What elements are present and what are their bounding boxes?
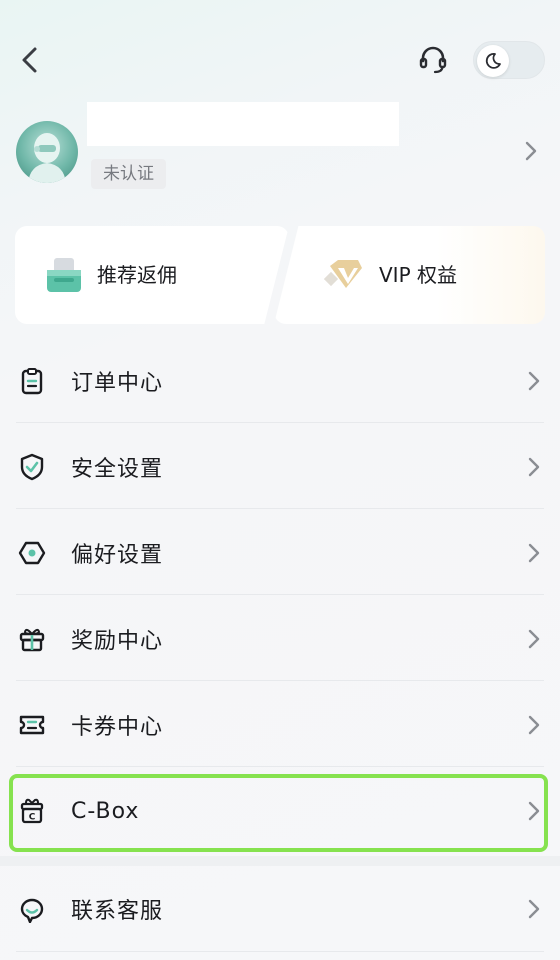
chat-support-icon [20, 898, 44, 923]
vip-diamond-icon [324, 260, 362, 288]
vip-label: VIP 权益 [379, 263, 457, 287]
menu-item-rewards[interactable]: 奖励中心 [0, 596, 560, 682]
divider [16, 766, 544, 767]
avatar-robot-icon [28, 133, 66, 183]
vip-card[interactable]: VIP 权益 [274, 226, 545, 324]
chevron-right-icon [528, 629, 540, 649]
menu-label-rewards: 奖励中心 [71, 629, 164, 654]
divider [16, 951, 544, 952]
chevron-right-icon [528, 371, 540, 391]
menu-item-orders[interactable]: 订单中心 [0, 338, 560, 424]
back-button[interactable] [14, 44, 46, 76]
ticket-icon [19, 715, 45, 735]
cbox-highlight-frame [9, 774, 548, 852]
section-gap [0, 856, 560, 866]
menu-item-coupons[interactable]: 卡券中心 [0, 682, 560, 768]
divider [16, 680, 544, 681]
chevron-right-icon [528, 715, 540, 735]
menu-item-preferences[interactable]: 偏好设置 [0, 510, 560, 596]
menu-item-security[interactable]: 安全设置 [0, 424, 560, 510]
menu-label-contact-support: 联系客服 [71, 899, 164, 924]
moon-icon [485, 53, 501, 69]
divider [16, 422, 544, 423]
menu-label-preferences: 偏好设置 [71, 543, 164, 568]
menu-item-contact-support[interactable]: 联系客服 [0, 866, 560, 952]
chevron-right-icon [528, 899, 540, 919]
referral-card[interactable]: 推荐返佣 [15, 226, 289, 324]
chevron-right-icon [528, 543, 540, 563]
referral-label: 推荐返佣 [97, 263, 177, 287]
divider [16, 508, 544, 509]
chevron-right-icon[interactable] [524, 140, 538, 162]
customer-support-button[interactable] [415, 42, 451, 78]
menu-label-coupons: 卡券中心 [71, 715, 164, 740]
avatar[interactable] [16, 121, 78, 183]
shield-icon [20, 453, 44, 481]
menu-label-security: 安全设置 [71, 457, 164, 482]
menu-label-orders: 订单中心 [71, 371, 164, 396]
toggle-knob [477, 45, 509, 77]
theme-toggle[interactable] [473, 41, 545, 79]
gift-icon [19, 628, 45, 652]
headset-icon [419, 46, 447, 74]
verification-badge[interactable]: 未认证 [91, 159, 166, 189]
username-redacted [87, 102, 399, 146]
chevron-left-icon [22, 47, 37, 73]
chevron-right-icon [528, 457, 540, 477]
referral-icon [47, 258, 81, 292]
clipboard-icon [21, 368, 43, 395]
divider [16, 594, 544, 595]
profile-section[interactable]: 未认证 [0, 100, 560, 200]
hexagon-settings-icon [18, 541, 46, 565]
